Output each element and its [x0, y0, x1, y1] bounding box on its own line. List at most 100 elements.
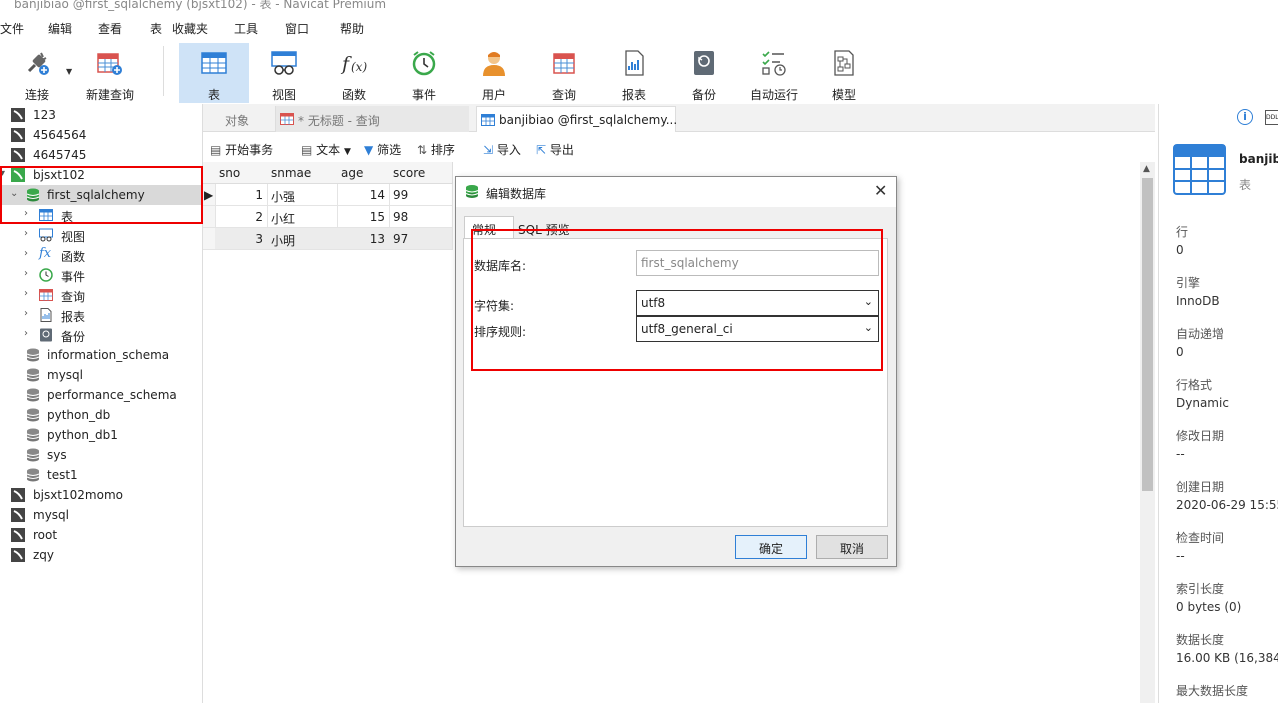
menu-view[interactable]: 查看: [98, 20, 122, 37]
chevron-right-icon[interactable]: ›: [24, 288, 28, 299]
prop-value-check-time: --: [1176, 549, 1185, 563]
charset-select[interactable]: utf8 ⌄: [636, 290, 879, 316]
table-cell[interactable]: 97: [389, 228, 453, 250]
grid-scrollbar[interactable]: ▲: [1140, 162, 1155, 703]
menu-window[interactable]: 窗口: [285, 20, 309, 37]
table-cell[interactable]: 1: [215, 184, 268, 206]
sort-button[interactable]: ⇅ 排序: [417, 141, 455, 158]
function-tool-button[interactable]: f (x) 函数: [321, 43, 387, 103]
tree-db-performance-schema[interactable]: performance_schema: [0, 385, 202, 405]
connection-icon: [11, 488, 25, 502]
menu-table[interactable]: 表: [150, 20, 162, 37]
tree-node-tables[interactable]: › 表: [0, 205, 202, 225]
tree-connection-4564564[interactable]: 4564564: [0, 125, 202, 145]
tab-untitled-query[interactable]: * 无标题 - 查询: [275, 106, 469, 132]
cancel-button[interactable]: 取消: [816, 535, 888, 559]
table-cell[interactable]: 小明: [267, 228, 338, 250]
table-cell[interactable]: 3: [215, 228, 268, 250]
chevron-down-icon[interactable]: ⌄: [10, 188, 18, 199]
tree-connection-root[interactable]: root: [0, 525, 202, 545]
scrollbar-thumb[interactable]: [1142, 178, 1153, 491]
report-tool-button[interactable]: 报表: [601, 43, 667, 103]
column-header-snmae[interactable]: snmae: [267, 162, 338, 184]
tab-banjibiao[interactable]: banjibiao @first_sqlalchemy...: [476, 106, 677, 132]
table-cell[interactable]: 14: [337, 184, 390, 206]
chevron-down-icon[interactable]: ▼: [66, 67, 72, 76]
model-tool-button[interactable]: 模型: [811, 43, 877, 103]
text-view-button[interactable]: ▤ 文本 ▼: [301, 141, 351, 158]
database-icon: [465, 185, 479, 198]
dialog-title-bar[interactable]: 编辑数据库 ✕: [456, 177, 896, 207]
db-name-field[interactable]: first_sqlalchemy: [636, 250, 879, 276]
import-button[interactable]: ⇲ 导入: [483, 141, 521, 158]
close-icon[interactable]: ✕: [874, 181, 887, 200]
menu-favorites[interactable]: 收藏夹: [172, 20, 208, 37]
tree-db-sys[interactable]: sys: [0, 445, 202, 465]
column-header-age[interactable]: age: [337, 162, 390, 184]
tab-sql-preview[interactable]: SQL 预览: [516, 218, 576, 238]
user-tool-button[interactable]: 用户: [461, 43, 527, 103]
export-button[interactable]: ⇱ 导出: [536, 141, 574, 158]
tree-node-reports[interactable]: › 报表: [0, 305, 202, 325]
tree-node-queries[interactable]: › 查询: [0, 285, 202, 305]
chevron-right-icon[interactable]: ›: [24, 248, 28, 259]
tree-label: 123: [33, 108, 56, 122]
chevron-right-icon[interactable]: ›: [24, 208, 28, 219]
tree-node-views[interactable]: › 视图: [0, 225, 202, 245]
tree-db-python-db[interactable]: python_db: [0, 405, 202, 425]
chevron-down-icon[interactable]: ▾: [0, 168, 5, 179]
menu-tools[interactable]: 工具: [234, 20, 258, 37]
tree-db-test1[interactable]: test1: [0, 465, 202, 485]
tree-node-backups[interactable]: › 备份: [0, 325, 202, 345]
connect-button[interactable]: 连接: [4, 43, 70, 103]
ok-button[interactable]: 确定: [735, 535, 807, 559]
backup-tool-button[interactable]: 备份: [671, 43, 737, 103]
tree-connection-4645745[interactable]: 4645745: [0, 145, 202, 165]
table-cell[interactable]: 13: [337, 228, 390, 250]
tree-db-first-sqlalchemy[interactable]: ⌄ first_sqlalchemy: [0, 185, 202, 205]
table-cell[interactable]: 15: [337, 206, 390, 228]
tab-objects[interactable]: 对象: [225, 106, 249, 132]
collation-select[interactable]: utf8_general_ci ⌄: [636, 316, 879, 342]
tree-db-information-schema[interactable]: information_schema: [0, 345, 202, 365]
scroll-up-icon[interactable]: ▲: [1143, 164, 1150, 174]
tree-connection-bjsxt102momo[interactable]: bjsxt102momo: [0, 485, 202, 505]
menu-file[interactable]: 文件: [0, 20, 24, 37]
column-header-score[interactable]: score: [389, 162, 453, 184]
backup-tool-label: 备份: [691, 88, 716, 102]
tree-db-python-db1[interactable]: python_db1: [0, 425, 202, 445]
table-cell[interactable]: 小红: [267, 206, 338, 228]
new-query-button[interactable]: 新建查询: [76, 43, 144, 103]
table-tool-button[interactable]: 表: [179, 43, 249, 103]
ddl-icon[interactable]: DDL: [1265, 110, 1278, 125]
tree-db-mysql[interactable]: mysql: [0, 365, 202, 385]
table-cell[interactable]: 99: [389, 184, 453, 206]
chevron-right-icon[interactable]: ›: [24, 328, 28, 339]
autorun-tool-button[interactable]: 自动运行: [741, 43, 807, 103]
chevron-right-icon[interactable]: ›: [24, 228, 28, 239]
chevron-right-icon[interactable]: ›: [24, 308, 28, 319]
tree-node-functions[interactable]: › fx 函数: [0, 245, 202, 265]
tree-label: 表: [61, 210, 74, 224]
prop-value-auto-increment: 0: [1176, 345, 1184, 359]
menu-help[interactable]: 帮助: [340, 20, 364, 37]
info-icon[interactable]: i: [1237, 109, 1253, 125]
tree-node-events[interactable]: › 事件: [0, 265, 202, 285]
begin-transaction-button[interactable]: ▤ 开始事务: [210, 141, 273, 158]
column-header-sno[interactable]: sno: [215, 162, 268, 184]
table-cell[interactable]: 2: [215, 206, 268, 228]
tree-connection-123[interactable]: 123: [0, 105, 202, 125]
view-tool-button[interactable]: 视图: [251, 43, 317, 103]
chevron-right-icon[interactable]: ›: [24, 268, 28, 279]
query-tool-button[interactable]: 查询: [531, 43, 597, 103]
table-cell[interactable]: 小强: [267, 184, 338, 206]
event-tool-button[interactable]: 事件: [391, 43, 457, 103]
tab-general[interactable]: 常规: [464, 216, 514, 238]
filter-button[interactable]: ▼ 筛选: [364, 141, 401, 158]
table-toolbar: ▤ 开始事务 ▤ 文本 ▼ ▼ 筛选 ⇅ 排序 ⇲ 导入 ⇱ 导出: [203, 136, 1155, 162]
table-cell[interactable]: 98: [389, 206, 453, 228]
tree-connection-bjsxt102[interactable]: ▾ bjsxt102: [0, 165, 202, 185]
tree-connection-zqy[interactable]: zqy: [0, 545, 202, 565]
menu-edit[interactable]: 编辑: [48, 20, 72, 37]
tree-connection-mysql[interactable]: mysql: [0, 505, 202, 525]
